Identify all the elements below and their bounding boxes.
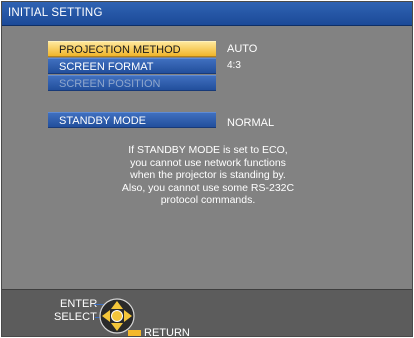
menu-item-screen-format[interactable]: SCREEN FORMAT [48, 58, 216, 74]
menu-row-standby-mode: STANDBY MODE NORMAL [2, 112, 412, 129]
menu-item-standby-mode[interactable]: STANDBY MODE [48, 112, 216, 128]
dpad-icon [99, 298, 135, 334]
menu-area: PROJECTION METHOD AUTO SCREEN FORMAT 4:3… [2, 26, 412, 289]
menu-row-projection-method: PROJECTION METHOD AUTO [2, 41, 412, 57]
note-line: protocol commands. [160, 194, 256, 206]
standby-note: If STANDBY MODE is set to ECO, you canno… [102, 144, 314, 207]
menu-item-projection-method[interactable]: PROJECTION METHOD [48, 41, 216, 57]
menu-row-screen-position: SCREEN POSITION [2, 75, 412, 91]
note-line: If STANDBY MODE is set to ECO, [128, 144, 288, 156]
menu-row-screen-format: SCREEN FORMAT 4:3 [2, 58, 412, 74]
projection-method-value: AUTO [227, 43, 258, 55]
standby-mode-value: NORMAL [227, 117, 275, 129]
select-label: SELECT [54, 311, 97, 323]
note-line: when the projector is standing by. [130, 169, 286, 181]
title-bar: INITIAL SETTING [2, 2, 412, 26]
menu-item-screen-position: SCREEN POSITION [48, 75, 216, 91]
note-line: Also, you cannot use some RS-232C [121, 181, 295, 194]
return-button-icon [128, 330, 141, 336]
initial-setting-screen: INITIAL SETTING PROJECTION METHOD AUTO S… [1, 1, 413, 337]
enter-label: ENTER [60, 298, 98, 310]
return-label: RETURN [144, 327, 190, 337]
screen-format-value: 4:3 [227, 60, 241, 71]
page-title: INITIAL SETTING [8, 7, 103, 19]
note-line: you cannot use network functions [130, 156, 286, 169]
button-guide: ENTER SELECT RETURN [2, 289, 412, 337]
